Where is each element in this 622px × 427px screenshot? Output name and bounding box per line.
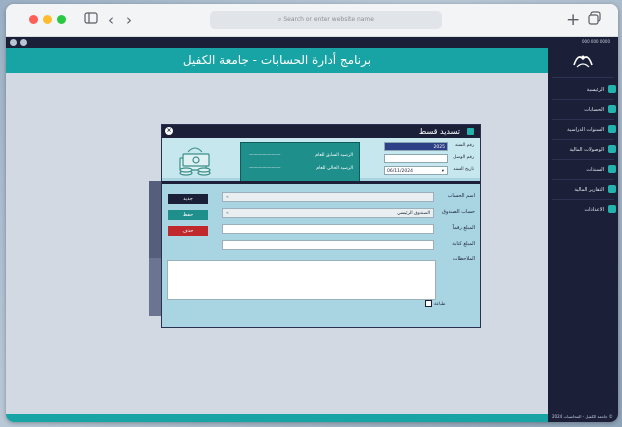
receipt-no-label: رقم السند <box>454 143 474 148</box>
sidebar-item-years[interactable]: السنوات الدراسية <box>548 123 618 137</box>
sidebar-item-label: الاعدادات <box>584 207 604 213</box>
cash-box-label: حساب الصندوق <box>441 209 475 215</box>
home-icon <box>608 85 616 93</box>
print-checkbox[interactable]: طباعة <box>425 300 445 307</box>
current-balance-row: ——————— الرصيد الحالي للعام <box>249 165 353 173</box>
maximize-window-button[interactable] <box>57 15 66 24</box>
sidebar-item-label: الرئيسية <box>586 87 604 93</box>
sidebar-item-reports[interactable]: التقارير المالية <box>548 183 618 197</box>
document-icon <box>608 165 616 173</box>
amount-words-label: المبلغ كتابة <box>452 241 475 247</box>
sidebar-item-settings[interactable]: الاعدادات <box>548 203 618 217</box>
back-icon[interactable]: ‹ <box>108 10 114 30</box>
sidebar-item-label: السنوات الدراسية <box>567 127 604 133</box>
balance-panel: ——————— الرصيد السابق للعام ——————— الرص… <box>240 142 360 184</box>
notes-textarea[interactable] <box>167 260 436 300</box>
amount-words-field[interactable] <box>222 240 434 250</box>
new-button[interactable]: جديد <box>168 194 208 204</box>
university-logo-icon <box>573 55 593 68</box>
delete-button[interactable]: حذف <box>168 226 208 236</box>
app-minimize-button[interactable] <box>20 39 27 46</box>
search-icon: ⌕ <box>278 16 282 23</box>
chevron-down-icon: » <box>226 195 229 200</box>
sidebar-item-home[interactable]: الرئيسية <box>548 83 618 97</box>
voucher-no-field[interactable] <box>384 154 448 163</box>
sidebar-item-vouchers[interactable]: السندات <box>548 163 618 177</box>
status-bar <box>6 414 548 422</box>
payment-icon <box>467 128 474 135</box>
report-icon <box>608 185 616 193</box>
print-checkbox-label: طباعة <box>434 302 446 307</box>
sidebar-item-label: السندات <box>586 167 604 173</box>
calendar-dropdown-icon[interactable]: ▾ <box>442 167 444 174</box>
amount-field[interactable] <box>222 224 434 234</box>
forward-icon[interactable]: › <box>126 10 132 30</box>
browser-toolbar: ‹ › ⌕ Search or enter website name + <box>6 4 618 37</box>
save-button[interactable]: حفظ <box>168 210 208 220</box>
app-titlebar <box>6 37 618 48</box>
previous-balance-row: ——————— الرصيد السابق للعام <box>249 152 353 160</box>
voucher-no-label: رقم الوصل <box>453 155 474 160</box>
page-title: برنامج أدارة الحسابات - جامعة الكفيل <box>6 48 548 73</box>
sidebar-item-label: الحسابات <box>584 107 604 113</box>
notes-label: الملاحظات <box>452 256 475 262</box>
account-name-select[interactable]: » <box>222 192 434 202</box>
sidebar-divider <box>552 159 614 160</box>
dialog-title: تسديد قسط <box>418 127 460 136</box>
accounts-icon <box>608 105 616 113</box>
app-close-button[interactable] <box>10 39 17 46</box>
sidebar-item-label: الوصولات المالية <box>569 147 604 153</box>
sidebar-toggle-icon[interactable] <box>84 10 98 30</box>
footer-text: جامعة الكفيل - المحاسبات 2024 © <box>552 414 613 419</box>
sidebar-item-receipts[interactable]: الوصولات المالية <box>548 143 618 157</box>
money-icon <box>179 147 211 176</box>
dialog-header-section: رقم السند 2025 رقم الوصل تاريخ السند 06/… <box>162 138 480 184</box>
date-value: 06/11/2024 <box>387 169 413 174</box>
sidebar-divider <box>552 179 614 180</box>
tabs-overview-icon[interactable] <box>588 10 602 30</box>
receipt-icon <box>608 145 616 153</box>
current-balance-value: ——————— <box>249 166 281 171</box>
dialog-form-section: اسم الحساب » حساب الصندوق الصندوق الرئيس… <box>162 184 480 327</box>
amount-label: المبلغ رقماً <box>452 225 475 231</box>
previous-balance-value: ——————— <box>249 153 281 158</box>
plus-icon[interactable]: + <box>566 10 580 30</box>
settings-icon <box>608 205 616 213</box>
receipt-no-field[interactable]: 2025 <box>384 142 448 151</box>
cash-box-select[interactable]: الصندوق الرئيسي » <box>222 208 434 218</box>
date-field[interactable]: 06/11/2024 ▾ <box>384 166 448 175</box>
calendar-icon <box>608 125 616 133</box>
sidebar-divider <box>552 99 614 100</box>
user-info: 000 000 0000 <box>582 39 610 44</box>
minimize-window-button[interactable] <box>43 15 52 24</box>
checkbox-box[interactable] <box>425 300 432 307</box>
address-bar-placeholder: Search or enter website name <box>283 16 374 23</box>
cash-box-value: الصندوق الرئيسي <box>397 211 430 216</box>
sidebar-divider <box>552 119 614 120</box>
address-bar[interactable]: ⌕ Search or enter website name <box>210 11 442 29</box>
date-label: تاريخ السند <box>453 167 474 172</box>
sidebar-divider <box>552 139 614 140</box>
close-icon[interactable]: × <box>165 127 173 135</box>
sidebar-item-label: التقارير المالية <box>574 187 604 193</box>
browser-window: ‹ › ⌕ Search or enter website name + برن… <box>6 4 618 422</box>
app-window: برنامج أدارة الحسابات - جامعة الكفيل 000… <box>6 37 618 422</box>
current-balance-label: الرصيد الحالي للعام <box>316 166 353 171</box>
payment-dialog: تسديد قسط × رقم السند 2025 رقم الوصل تار… <box>161 124 481 328</box>
sidebar-divider <box>552 199 614 200</box>
sidebar-item-accounts[interactable]: الحسابات <box>548 103 618 117</box>
close-window-button[interactable] <box>29 15 38 24</box>
dialog-titlebar: تسديد قسط × <box>162 125 480 138</box>
sidebar: 000 000 0000 الرئيسية الحسابات السنوات ا… <box>548 37 618 422</box>
sidebar-divider <box>552 77 614 78</box>
account-name-label: اسم الحساب <box>447 193 475 199</box>
chevron-down-icon: » <box>226 211 229 216</box>
previous-balance-label: الرصيد السابق للعام <box>315 153 353 158</box>
